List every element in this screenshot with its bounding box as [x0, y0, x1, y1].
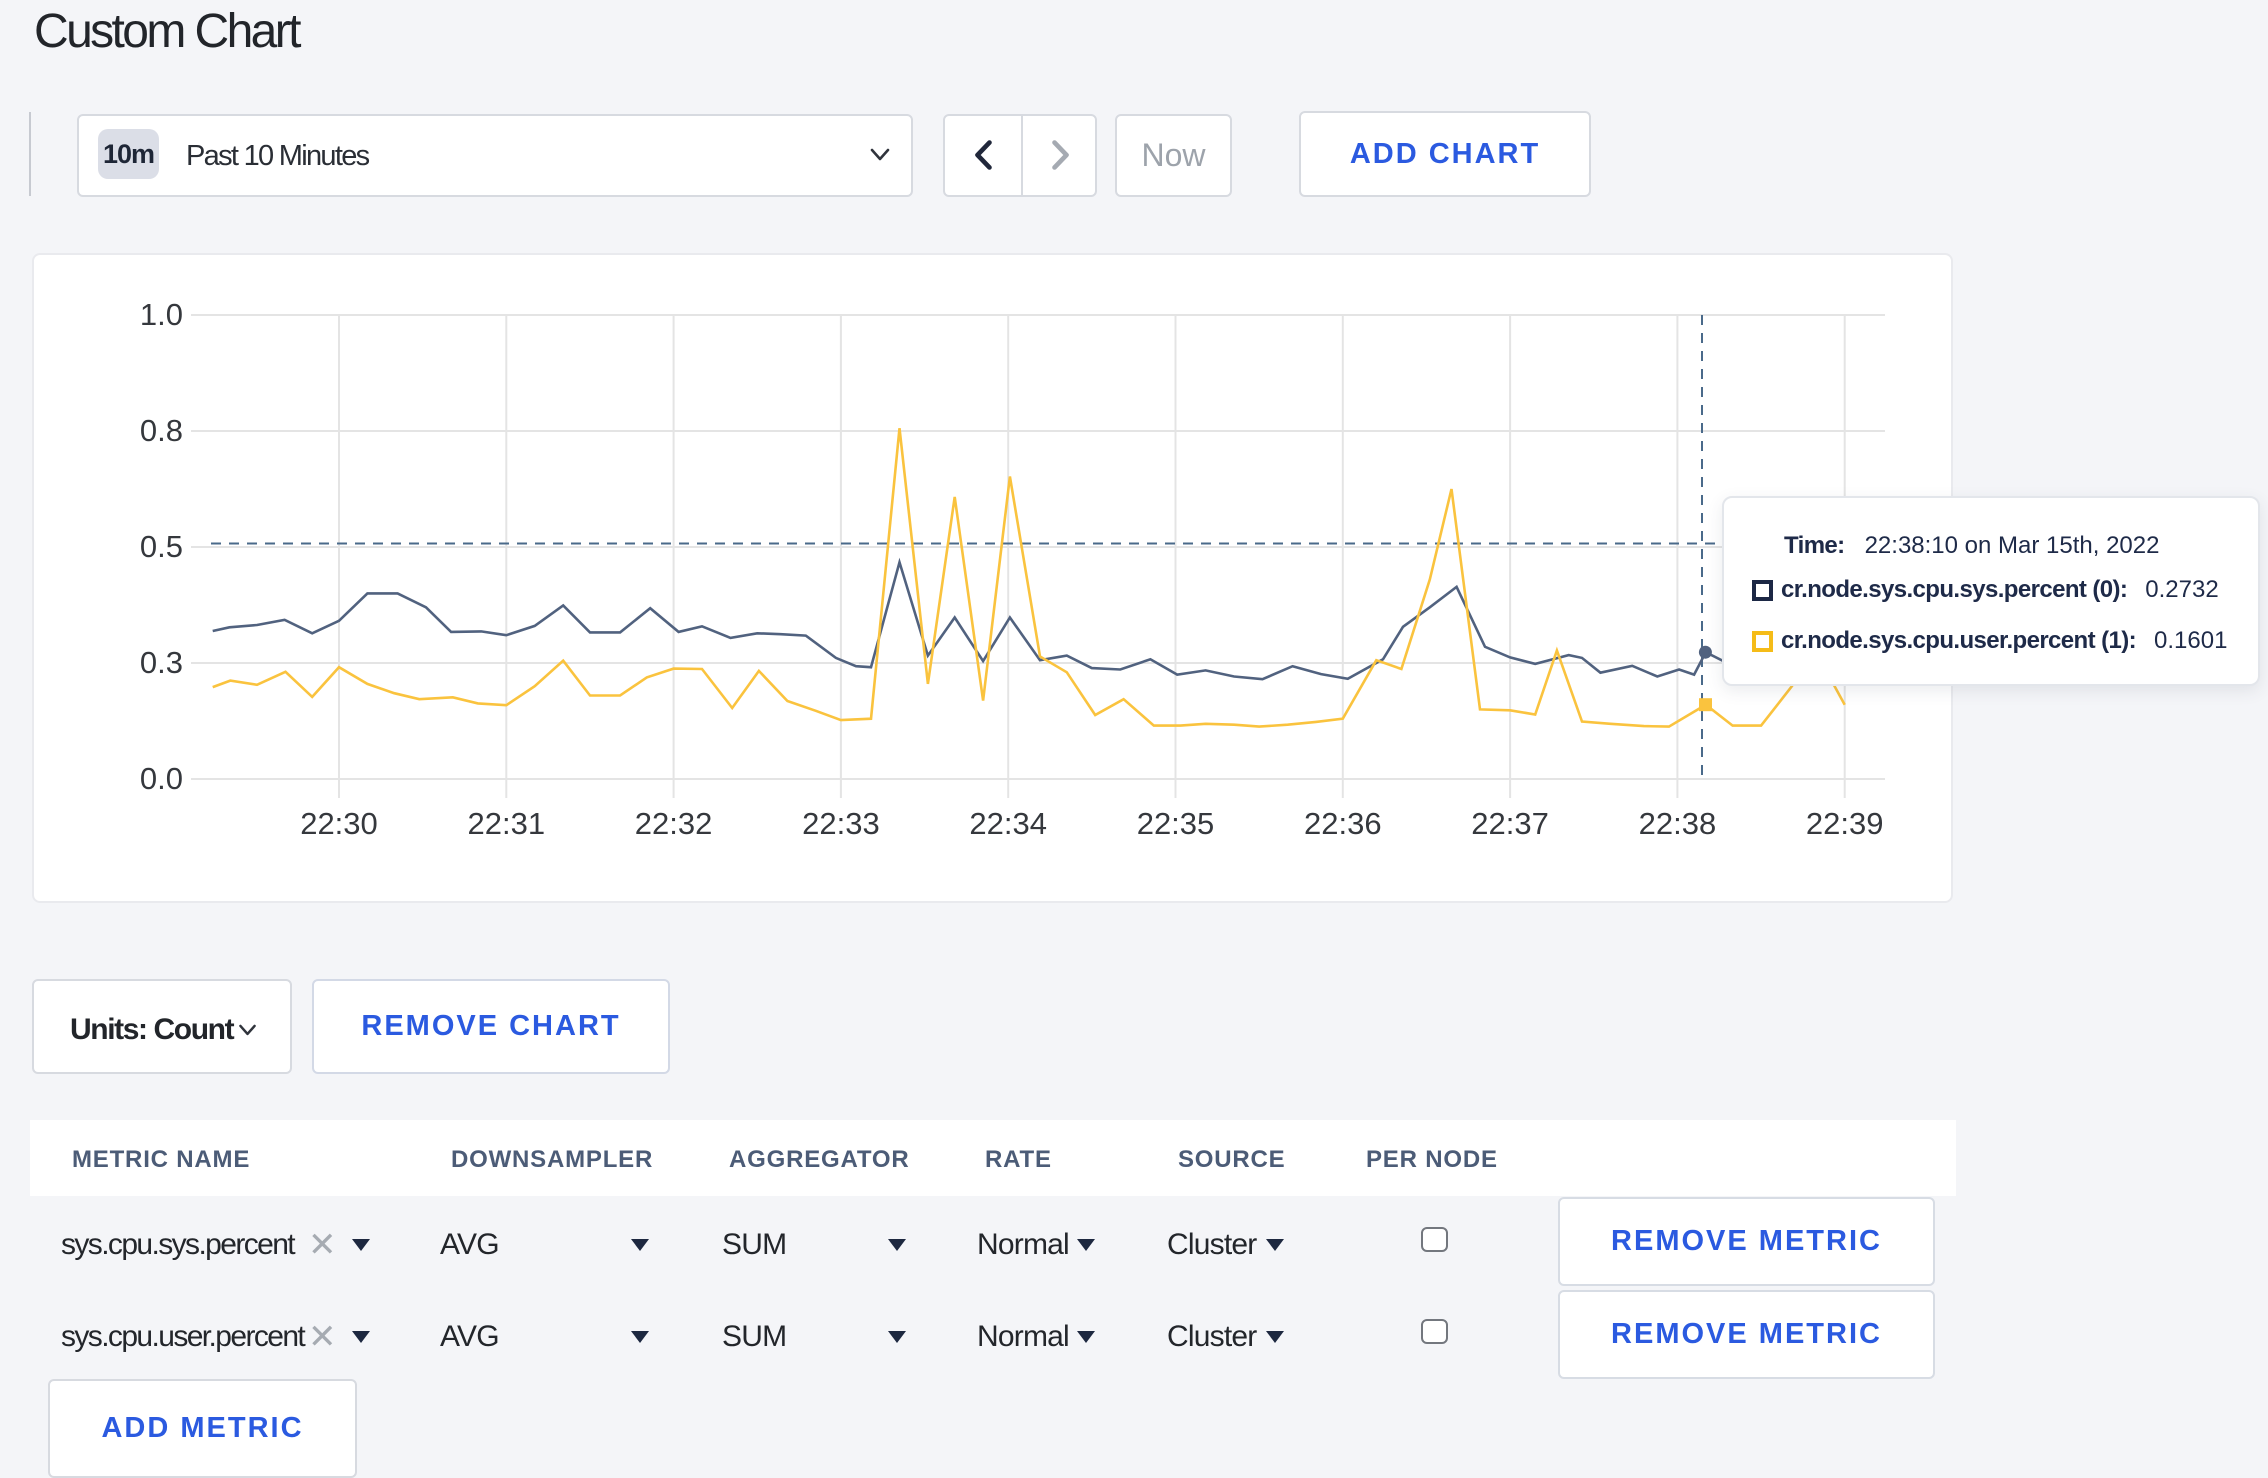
svg-text:22:39: 22:39: [1806, 806, 1884, 841]
svg-text:1.0: 1.0: [140, 297, 183, 332]
svg-text:22:30: 22:30: [300, 806, 378, 841]
svg-text:22:36: 22:36: [1304, 806, 1382, 841]
svg-text:22:37: 22:37: [1471, 806, 1549, 841]
svg-text:22:38: 22:38: [1639, 806, 1717, 841]
svg-text:0.3: 0.3: [140, 645, 183, 680]
svg-text:22:31: 22:31: [468, 806, 546, 841]
svg-text:22:34: 22:34: [969, 806, 1047, 841]
svg-text:0.8: 0.8: [140, 413, 183, 448]
svg-text:22:35: 22:35: [1137, 806, 1215, 841]
svg-text:0.0: 0.0: [140, 761, 183, 796]
svg-text:22:32: 22:32: [635, 806, 713, 841]
svg-text:22:33: 22:33: [802, 806, 880, 841]
svg-text:0.5: 0.5: [140, 529, 183, 564]
